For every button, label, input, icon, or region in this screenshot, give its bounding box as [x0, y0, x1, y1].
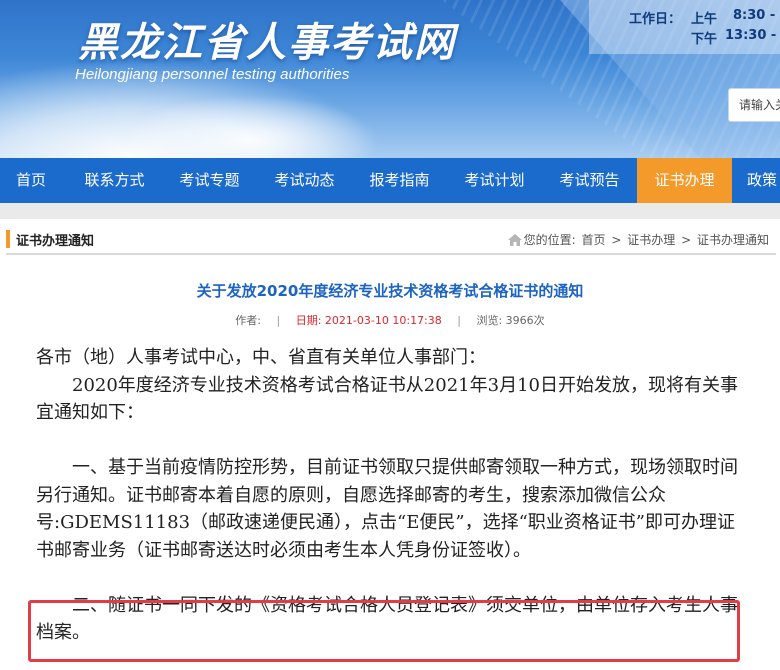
article-title: 关于发放2020年度经济专业技术资格考试合格证书的通知: [196, 282, 584, 300]
nav-item-certificates[interactable]: 证书办理: [637, 158, 732, 203]
section-title: 证书办理通知: [16, 234, 95, 249]
article-views: 浏览: 3966次: [476, 314, 545, 327]
breadcrumb-certificates[interactable]: 证书办理: [627, 233, 675, 247]
breadcrumb: 您的位置: 首页 > 证书办理 > 证书办理通知: [507, 231, 770, 249]
breadcrumb-separator: >: [681, 233, 692, 247]
site-subtitle: Heilongjiang personnel testing authoriti…: [75, 66, 350, 83]
nav-item-policy[interactable]: 政策: [732, 158, 780, 203]
nav-item-exam-plan[interactable]: 考试计划: [447, 158, 542, 203]
nav-item-home[interactable]: 首页: [0, 158, 62, 203]
search-input[interactable]: 请输入关: [728, 88, 780, 122]
main-nav: 首页 联系方式 考试专题 考试动态 报考指南 考试计划 考试预告 证书办理 政策: [0, 158, 780, 203]
site-title: 黑龙江省人事考试网: [78, 19, 456, 66]
site-header-banner: 黑龙江省人事考试网 Heilongjiang personnel testing…: [0, 0, 780, 158]
hours-pm-time: 13:30 -: [725, 28, 777, 43]
meta-separator: |: [457, 314, 461, 327]
nav-item-guide[interactable]: 报考指南: [352, 158, 447, 203]
hours-label: 工作日：: [629, 12, 682, 27]
hours-pm-label: 下午: [691, 32, 718, 47]
article-greeting: 各市（地）人事考试中心，中、省直有关单位人事部门：: [36, 347, 486, 368]
hours-am-label: 上午: [691, 12, 718, 27]
nav-item-contact[interactable]: 联系方式: [67, 158, 162, 203]
article-author: 作者:: [235, 314, 262, 327]
breadcrumb-current[interactable]: 证书办理通知: [697, 233, 769, 247]
banner-cloud-2: [120, 95, 380, 158]
breadcrumb-location-label: 您的位置:: [523, 233, 576, 247]
breadcrumb-separator: >: [611, 233, 622, 247]
nav-item-exam-news[interactable]: 考试动态: [257, 158, 352, 203]
breadcrumb-home[interactable]: 首页: [582, 233, 606, 247]
article-paragraph-1: 一、基于当前疫情防控形势，目前证书领取只提供邮寄领取一种方式，现场领取时间另行通…: [36, 457, 738, 561]
article-meta: 作者: | 日期: 2021-03-10 10:17:38 | 浏览: 3966…: [0, 312, 780, 328]
hours-am-time: 8:30 -: [733, 8, 776, 23]
nav-item-exam-topics[interactable]: 考试专题: [162, 158, 257, 203]
meta-separator: |: [276, 314, 281, 327]
article-date: 日期: 2021-03-10 10:17:38: [295, 314, 442, 327]
highlight-annotation-box: [28, 600, 740, 662]
nav-shadow-band: [0, 203, 780, 219]
section-accent-marker: [6, 230, 10, 248]
nav-item-exam-preview[interactable]: 考试预告: [542, 158, 637, 203]
article-intro: 2020年度经济专业技术资格考试合格证书从2021年3月10日开始发放，现将有关…: [36, 374, 738, 424]
home-icon: [507, 234, 522, 249]
working-hours-panel: 工作日： 上午 8:30 - 下午 13:30 -: [589, 0, 780, 54]
